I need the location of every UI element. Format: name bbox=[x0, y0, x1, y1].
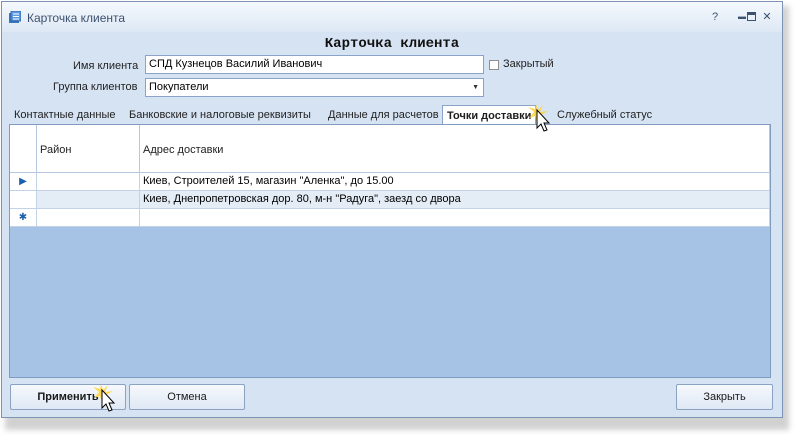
column-header-label: Район bbox=[40, 144, 72, 156]
tab-bank-tax-details[interactable]: Банковские и налоговые реквизиты bbox=[129, 106, 311, 125]
cell-district[interactable] bbox=[37, 191, 140, 209]
cell-address[interactable]: Киев, Строителей 15, магазин "Аленка", д… bbox=[140, 173, 770, 191]
tab-service-status[interactable]: Служебный статус bbox=[557, 106, 652, 125]
maximize-button[interactable] bbox=[744, 10, 758, 24]
column-header-label: Адрес доставки bbox=[143, 144, 224, 156]
cell-district[interactable] bbox=[37, 173, 140, 191]
mouse-pointer-icon bbox=[528, 104, 551, 132]
close-window-button[interactable]: ✕ bbox=[760, 10, 774, 24]
client-group-select[interactable]: Покупатели ▼ bbox=[145, 78, 484, 97]
table-row[interactable]: ▶ Киев, Строителей 15, магазин "Аленка",… bbox=[10, 173, 770, 191]
new-row[interactable]: ✱ bbox=[10, 209, 770, 227]
tab-payment-data[interactable]: Данные для расчетов bbox=[328, 106, 439, 125]
chevron-down-icon[interactable]: ▼ bbox=[472, 79, 479, 96]
new-row-icon: ✱ bbox=[10, 209, 37, 227]
client-card-window: Карточка клиента ? ▬ ✕ Карточка клиента … bbox=[1, 1, 783, 418]
grid-indicator-header bbox=[10, 125, 37, 173]
app-icon bbox=[9, 11, 21, 23]
current-row-indicator-icon: ▶ bbox=[10, 173, 37, 191]
tab-contact-data[interactable]: Контактные данные bbox=[14, 106, 115, 125]
mouse-pointer-icon bbox=[93, 384, 116, 412]
titlebar[interactable]: Карточка клиента ? ▬ ✕ bbox=[2, 2, 782, 32]
client-group-value: Покупатели bbox=[149, 81, 209, 93]
column-header-district[interactable]: Район bbox=[37, 125, 140, 173]
row-indicator bbox=[10, 191, 37, 209]
client-group-label: Группа клиентов bbox=[53, 81, 138, 93]
closed-label: Закрытый bbox=[503, 58, 554, 70]
client-name-input[interactable]: СПД Кузнецов Василий Иванович bbox=[145, 55, 484, 74]
cancel-button[interactable]: Отмена bbox=[129, 384, 245, 410]
table-row[interactable]: Киев, Днепропетровская дор. 80, м-н "Рад… bbox=[10, 191, 770, 209]
maximize-icon bbox=[746, 12, 756, 21]
cell-address[interactable]: Киев, Днепропетровская дор. 80, м-н "Рад… bbox=[140, 191, 770, 209]
closed-checkbox[interactable] bbox=[489, 60, 499, 70]
window-title: Карточка клиента bbox=[27, 11, 126, 25]
delivery-points-grid[interactable]: Район Адрес доставки ▶ Киев, Строителей … bbox=[9, 124, 771, 378]
cell-district[interactable] bbox=[37, 209, 140, 227]
column-header-address[interactable]: Адрес доставки bbox=[140, 125, 770, 173]
form-header: Карточка клиента bbox=[324, 36, 460, 52]
help-button[interactable]: ? bbox=[708, 10, 722, 24]
cell-address[interactable] bbox=[140, 209, 770, 227]
client-name-label: Имя клиента bbox=[73, 60, 139, 72]
close-button[interactable]: Закрыть bbox=[676, 384, 773, 410]
